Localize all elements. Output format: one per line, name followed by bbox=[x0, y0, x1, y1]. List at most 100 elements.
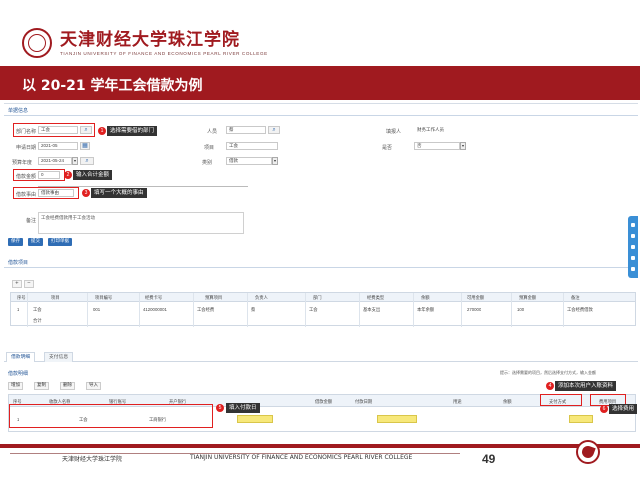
tab-bar: 借款明细 支付信息 bbox=[4, 351, 638, 362]
date-label: 申请日期 bbox=[16, 145, 37, 151]
table-cell: 001 bbox=[93, 307, 101, 312]
table-cell: 蔡 bbox=[251, 307, 256, 312]
footer-band bbox=[0, 444, 640, 448]
slide: 天津财经大学珠江学院 TIANJIN UNIVERSITY OF FINANCE… bbox=[0, 0, 640, 480]
system-screenshot: 单据信息 部门名称 工会 ⌕ 1 选择需要借的部门 人员 蔡 ⌕ 填报人 财务工… bbox=[4, 103, 638, 436]
callout-pay-date: 填入付款日 bbox=[226, 403, 260, 413]
table-cell: 工会经费 bbox=[197, 307, 215, 312]
table-cell: 4120000001 bbox=[143, 307, 167, 312]
col-header: 预算项目 bbox=[205, 295, 223, 300]
remark-textarea[interactable]: 工会经费借款用于工会活动 bbox=[38, 212, 244, 234]
divider bbox=[4, 115, 638, 116]
project-section-title: 借款项目 bbox=[8, 260, 29, 266]
detail-toolbar-title: 借款明细 bbox=[8, 371, 29, 377]
amount-cell[interactable] bbox=[377, 415, 417, 423]
delete-detail-button[interactable]: 删除 bbox=[60, 382, 75, 390]
print-button[interactable]: 打印单据 bbox=[48, 238, 72, 246]
add-row-button[interactable]: + bbox=[12, 280, 22, 288]
detail-hint: 提示：选择需要的项目，然后选择支付方式，输入金额 bbox=[500, 370, 596, 375]
school-name-cn: 天津财经大学珠江学院 bbox=[60, 29, 240, 50]
highlight-dept bbox=[13, 123, 95, 137]
highlight-pay-col bbox=[540, 394, 582, 406]
callout-amount: 输入合计金额 bbox=[73, 170, 113, 180]
table-cell: 100 bbox=[517, 307, 525, 312]
project-table: 序号 项目 项目编号 经费卡号 预算项目 负责人 部门 经费类型 余额 可用金额… bbox=[10, 292, 636, 327]
table-cell: 基本支出 bbox=[363, 307, 381, 312]
callout-add-record: 添加本次用户入账资料 bbox=[555, 381, 617, 391]
budget-select[interactable]: 2021-05-24 bbox=[38, 157, 72, 165]
col-header: 项目编号 bbox=[95, 295, 113, 300]
field2-search-icon[interactable]: ⌕ bbox=[268, 126, 280, 134]
table-cell[interactable]: 工会 bbox=[33, 307, 42, 313]
badge-2: 2 bbox=[64, 171, 72, 179]
col-header: 可用金额 bbox=[467, 295, 485, 300]
school-name-en: TIANJIN UNIVERSITY OF FINANCE AND ECONOM… bbox=[60, 50, 268, 56]
copy-detail-button[interactable]: 复制 bbox=[34, 382, 49, 390]
add-detail-button[interactable]: 增加 bbox=[8, 382, 23, 390]
badge-3: 3 bbox=[82, 189, 90, 197]
table-total-cell: 合计 bbox=[33, 318, 42, 323]
highlight-payee bbox=[9, 404, 213, 428]
remark-label: 备注 bbox=[26, 218, 37, 224]
table-cell: 本年余额 bbox=[417, 307, 435, 312]
date-input[interactable]: 2021-05 bbox=[38, 142, 78, 150]
field5-label: 项目 bbox=[204, 145, 215, 151]
form-section-title: 单据信息 bbox=[8, 108, 29, 114]
col-header: 经费卡号 bbox=[145, 295, 163, 300]
slide-title: 以 20-21 学年工会借款为例 bbox=[22, 78, 203, 94]
date-cell[interactable] bbox=[237, 415, 273, 423]
col-header: 项目 bbox=[51, 295, 60, 300]
table-cell: 工会 bbox=[309, 307, 318, 312]
col-header: 经费类型 bbox=[367, 295, 385, 300]
col-header: 余额 bbox=[421, 295, 430, 300]
divider bbox=[4, 267, 638, 268]
tab-payment-info[interactable]: 支付信息 bbox=[44, 352, 74, 362]
save-button[interactable]: 保存 bbox=[8, 238, 23, 246]
field6-label: 是否 bbox=[382, 145, 393, 151]
footer-school-cn: 天津财经大学珠江学院 bbox=[62, 456, 123, 463]
field8-select[interactable]: 借款 bbox=[226, 157, 272, 165]
import-detail-button[interactable]: 导入 bbox=[86, 382, 101, 390]
col-header: 序号 bbox=[17, 295, 26, 300]
badge-5: 5 bbox=[216, 404, 224, 412]
tab-loan-detail[interactable]: 借款明细 bbox=[6, 352, 36, 362]
submit-button[interactable]: 提交 bbox=[28, 238, 43, 246]
field3-label: 填报人 bbox=[386, 129, 402, 135]
col-header: 余额 bbox=[503, 399, 512, 404]
highlight-reason bbox=[13, 187, 79, 199]
calendar-icon[interactable]: ▦ bbox=[80, 142, 90, 150]
table-cell: 1 bbox=[17, 307, 20, 312]
school-logo: 天津财经大学珠江学院 TIANJIN UNIVERSITY OF FINANCE… bbox=[22, 26, 268, 60]
page-number: 49 bbox=[482, 452, 496, 466]
badge-6: 6 bbox=[600, 405, 608, 413]
callout-reason: 填写一个大概的事由 bbox=[91, 188, 147, 198]
field8-label: 类别 bbox=[202, 160, 213, 166]
badge-1: 1 bbox=[98, 127, 106, 135]
school-seal-icon bbox=[22, 28, 52, 58]
field3-value: 财务工作人员 bbox=[414, 126, 470, 134]
footer-school-en: TIANJIN UNIVERSITY OF FINANCE AND ECONOM… bbox=[190, 454, 413, 461]
chevron-down-icon[interactable]: ▾ bbox=[272, 157, 278, 165]
delete-row-button[interactable]: − bbox=[24, 280, 34, 288]
budget-search-icon[interactable]: ⌕ bbox=[80, 157, 94, 165]
corner-logo-icon bbox=[576, 440, 600, 464]
col-header: 借款金额 bbox=[315, 399, 333, 404]
field5-input[interactable]: 工会 bbox=[226, 142, 278, 150]
col-header: 预算金额 bbox=[519, 295, 537, 300]
callout-select-cost: 选择费用 bbox=[609, 404, 638, 414]
highlight-amount bbox=[13, 169, 65, 181]
chevron-down-icon[interactable]: ▾ bbox=[72, 157, 78, 165]
col-header: 部门 bbox=[313, 295, 322, 300]
chevron-down-icon[interactable]: ▾ bbox=[460, 142, 466, 150]
budget-label: 预算年度 bbox=[12, 160, 33, 166]
table-cell: 270000 bbox=[467, 307, 482, 312]
side-float-toolbar[interactable] bbox=[628, 216, 638, 278]
field2-label: 人员 bbox=[207, 129, 218, 135]
field2-input[interactable]: 蔡 bbox=[226, 126, 266, 134]
table-cell: 工会经费借款 bbox=[567, 307, 593, 312]
col-header: 负责人 bbox=[255, 295, 268, 300]
col-header: 备注 bbox=[571, 295, 580, 300]
col-header: 付款日期 bbox=[355, 399, 373, 404]
pay-cell[interactable] bbox=[569, 415, 593, 423]
field6-select[interactable]: 否 bbox=[414, 142, 460, 150]
